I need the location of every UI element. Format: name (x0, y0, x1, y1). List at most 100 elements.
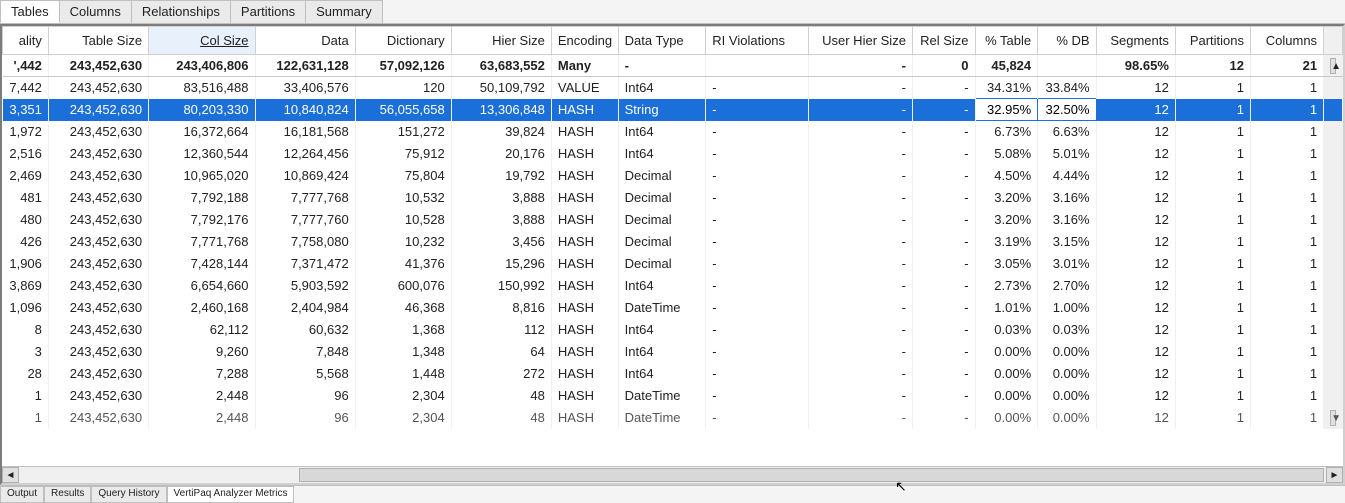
cell-table_size: 243,452,630 (48, 297, 148, 319)
cell-columns_v: 1 (1251, 231, 1324, 253)
bottom-tab-vertipaq-analyzer-metrics[interactable]: VertiPaq Analyzer Metrics (167, 486, 295, 503)
cell-dictionary: 1,348 (355, 341, 451, 363)
cell-data: 33,406,576 (255, 77, 355, 99)
column-header-pct_table[interactable]: % Table (975, 27, 1038, 55)
cell-encoding: HASH (551, 407, 618, 429)
cell-table_size: 243,452,630 (48, 143, 148, 165)
table-row[interactable]: 426243,452,6307,771,7687,758,08010,2323,… (3, 231, 1343, 253)
cell-table_size: 243,452,630 (48, 231, 148, 253)
cell-ality: 28 (3, 363, 49, 385)
cell-pct_table: 3.20% (975, 209, 1038, 231)
column-header-pct_db[interactable]: % DB (1038, 27, 1096, 55)
cell-columns_v: 1 (1251, 363, 1324, 385)
table-row[interactable]: 1,096243,452,6302,460,1682,404,98446,368… (3, 297, 1343, 319)
cell-user_hier_size: - (808, 165, 912, 187)
table-row[interactable]: 8243,452,63062,11260,6321,368112HASHInt6… (3, 319, 1343, 341)
cell-columns_v: 1 (1251, 319, 1324, 341)
table-row[interactable]: 481243,452,6307,792,1887,777,76810,5323,… (3, 187, 1343, 209)
scroll-up-arrow-icon[interactable]: ▲ (1330, 58, 1336, 74)
cell-encoding: HASH (551, 165, 618, 187)
top-tab-tables[interactable]: Tables (0, 0, 60, 23)
cell-pct_table: 1.01% (975, 297, 1038, 319)
cell-dictionary: 120 (355, 77, 451, 99)
cell-pct_table: 4.50% (975, 165, 1038, 187)
cell-partitions: 1 (1175, 99, 1250, 121)
table-row[interactable]: ',442243,452,630243,406,806122,631,12857… (3, 55, 1343, 77)
cell-data_type: Int64 (618, 275, 706, 297)
table-row[interactable]: 3,869243,452,6306,654,6605,903,592600,07… (3, 275, 1343, 297)
table-row[interactable]: 1243,452,6302,448962,30448HASHDateTime--… (3, 385, 1343, 407)
cell-col_size: 9,260 (149, 341, 255, 363)
table-row[interactable]: 2,469243,452,63010,965,02010,869,42475,8… (3, 165, 1343, 187)
cell-columns_v: 1 (1251, 275, 1324, 297)
cell-hier_size: 112 (451, 319, 551, 341)
cell-pct_table: 0.00% (975, 385, 1038, 407)
column-header-rel_size[interactable]: Rel Size (912, 27, 975, 55)
table-row[interactable]: 480243,452,6307,792,1767,777,76010,5283,… (3, 209, 1343, 231)
top-tab-columns[interactable]: Columns (59, 0, 132, 23)
cell-ality: 8 (3, 319, 49, 341)
cell-ality: 1 (3, 407, 49, 429)
horizontal-scrollbar[interactable]: ◄ ► (2, 466, 1343, 483)
column-header-hier_size[interactable]: Hier Size (451, 27, 551, 55)
table-row[interactable]: 2,516243,452,63012,360,54412,264,45675,9… (3, 143, 1343, 165)
cell-rel_size: - (912, 165, 975, 187)
table-row[interactable]: 1,906243,452,6307,428,1447,371,47241,376… (3, 253, 1343, 275)
table-row[interactable]: 3243,452,6309,2607,8481,34864HASHInt64--… (3, 341, 1343, 363)
column-header-data[interactable]: Data (255, 27, 355, 55)
cell-data: 7,371,472 (255, 253, 355, 275)
top-tab-summary[interactable]: Summary (305, 0, 383, 23)
vscroll-gutter: ▲ (1324, 55, 1343, 77)
column-header-ality[interactable]: ality (3, 27, 49, 55)
column-header-columns[interactable]: Columns (1251, 27, 1324, 55)
cell-hier_size: 150,992 (451, 275, 551, 297)
cell-segments: 12 (1096, 341, 1175, 363)
table-row[interactable]: 7,442243,452,63083,516,48833,406,5761205… (3, 77, 1343, 99)
cell-ality: 1,972 (3, 121, 49, 143)
cell-encoding: HASH (551, 99, 618, 121)
cell-ality: 1,096 (3, 297, 49, 319)
cell-table_size: 243,452,630 (48, 77, 148, 99)
cell-pct_db: 0.00% (1038, 363, 1096, 385)
cell-rel_size: - (912, 297, 975, 319)
scroll-left-arrow-icon[interactable]: ◄ (2, 467, 19, 483)
cell-hier_size: 15,296 (451, 253, 551, 275)
bottom-tab-results[interactable]: Results (44, 486, 91, 503)
cell-data: 7,777,768 (255, 187, 355, 209)
scroll-down-arrow-icon[interactable]: ▼ (1330, 410, 1336, 426)
column-header-user_hier_size[interactable]: User Hier Size (808, 27, 912, 55)
column-header-data_type[interactable]: Data Type (618, 27, 706, 55)
table-row[interactable]: 28243,452,6307,2885,5681,448272HASHInt64… (3, 363, 1343, 385)
cell-data_type: DateTime (618, 385, 706, 407)
cell-data: 7,758,080 (255, 231, 355, 253)
column-header-table_size[interactable]: Table Size (48, 27, 148, 55)
column-header-ri_violations[interactable]: RI Violations (706, 27, 808, 55)
column-header-partitions[interactable]: Partitions (1175, 27, 1250, 55)
top-tab-relationships[interactable]: Relationships (131, 0, 231, 23)
column-header-dictionary[interactable]: Dictionary (355, 27, 451, 55)
cell-rel_size: 0 (912, 55, 975, 77)
top-tab-partitions[interactable]: Partitions (230, 0, 306, 23)
table-row[interactable]: 3,351243,452,63080,203,33010,840,82456,0… (3, 99, 1343, 121)
column-header-segments[interactable]: Segments (1096, 27, 1175, 55)
bottom-tab-output[interactable]: Output (0, 486, 44, 503)
column-header-encoding[interactable]: Encoding (551, 27, 618, 55)
cell-pct_table: 5.08% (975, 143, 1038, 165)
hscroll-thumb[interactable] (299, 468, 1324, 482)
cell-pct_table: 2.73% (975, 275, 1038, 297)
scroll-right-arrow-icon[interactable]: ► (1326, 467, 1343, 483)
cell-data_type: Decimal (618, 165, 706, 187)
hscroll-track[interactable] (19, 467, 1326, 483)
column-header-col_size[interactable]: Col Size (149, 27, 255, 55)
cell-dictionary: 600,076 (355, 275, 451, 297)
table-row[interactable]: 1,972243,452,63016,372,66416,181,568151,… (3, 121, 1343, 143)
bottom-tab-query-history[interactable]: Query History (91, 486, 166, 503)
cell-pct_table: 32.95% (975, 99, 1038, 121)
cell-data: 12,264,456 (255, 143, 355, 165)
table-row[interactable]: 1243,452,6302,448962,30448HASHDateTime--… (3, 407, 1343, 429)
cell-dictionary: 10,532 (355, 187, 451, 209)
cell-pct_db: 6.63% (1038, 121, 1096, 143)
cell-segments: 12 (1096, 253, 1175, 275)
cell-dictionary: 1,448 (355, 363, 451, 385)
cell-dictionary: 10,528 (355, 209, 451, 231)
